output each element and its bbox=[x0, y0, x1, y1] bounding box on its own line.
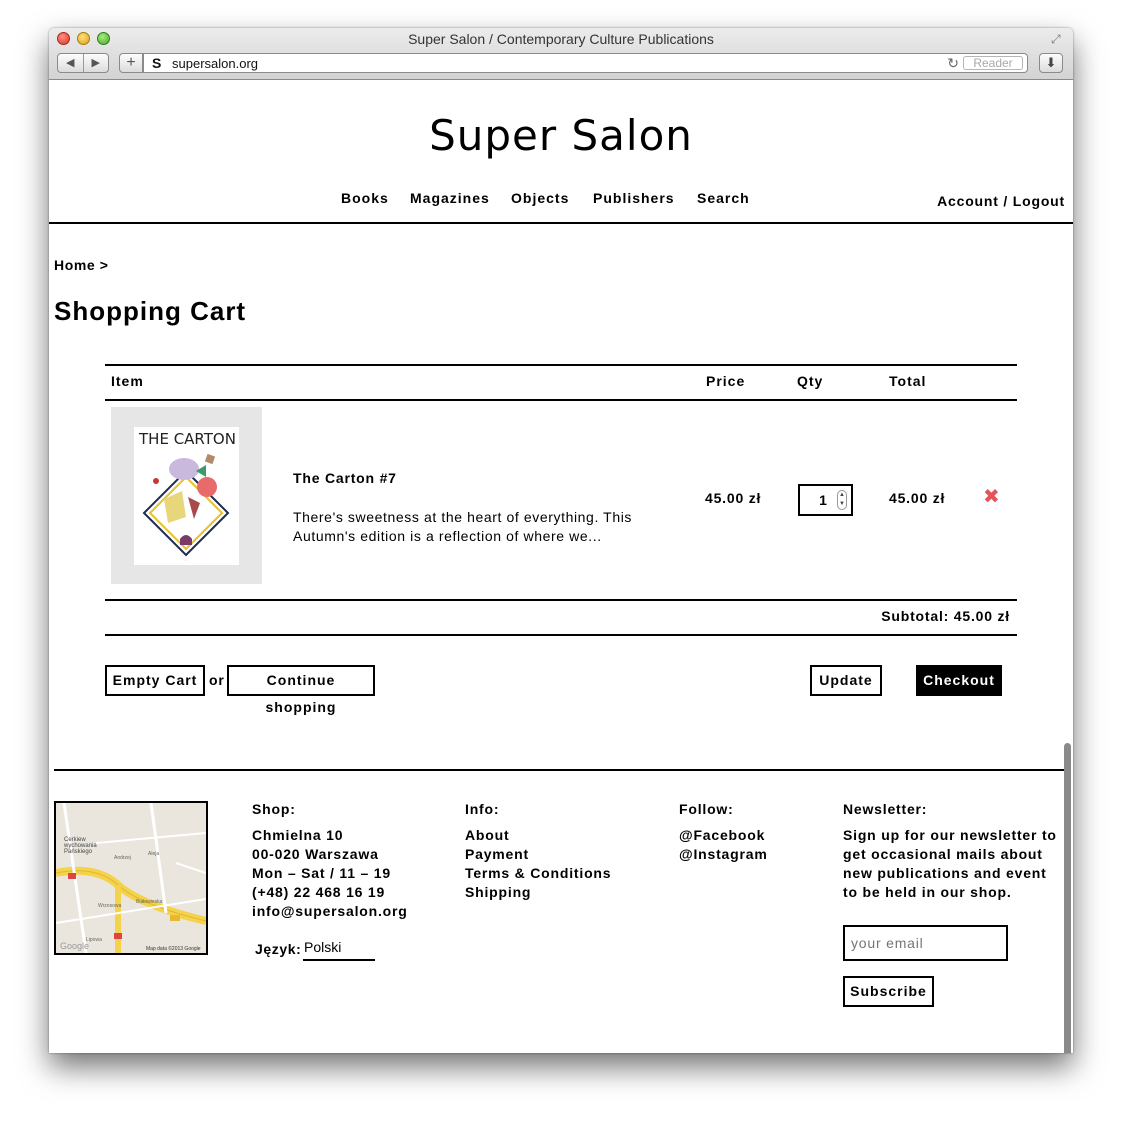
footer-link-about[interactable]: About bbox=[465, 826, 509, 845]
quantity-input[interactable] bbox=[816, 492, 830, 508]
subscribe-button[interactable]: Subscribe bbox=[843, 976, 934, 1007]
site-logo[interactable]: Super Salon bbox=[49, 111, 1073, 160]
shop-postcode-line: 00-020 Warszawa bbox=[252, 846, 379, 862]
checkout-button[interactable]: Checkout bbox=[916, 665, 1002, 696]
map-label-church-3: Pańskiego bbox=[64, 849, 93, 855]
footer-link-shipping[interactable]: Shipping bbox=[465, 883, 531, 902]
page-scrollbar[interactable] bbox=[1064, 743, 1071, 1053]
shop-email-link[interactable]: info@supersalon.org bbox=[252, 902, 408, 921]
map-label-street-1: Andrzej bbox=[114, 855, 131, 861]
browser-toolbar: Super Salon / Contemporary Culture Publi… bbox=[49, 28, 1073, 80]
nav-search[interactable]: Search bbox=[697, 190, 750, 206]
column-header-item: Item bbox=[111, 373, 144, 389]
browser-window: Super Salon / Contemporary Culture Publi… bbox=[49, 28, 1073, 1053]
column-header-total: Total bbox=[889, 373, 927, 389]
reader-button[interactable]: Reader bbox=[963, 56, 1023, 70]
quantity-stepper[interactable]: ▲▼ bbox=[798, 484, 853, 516]
column-header-price: Price bbox=[706, 373, 746, 389]
shop-address-line: Chmielna 10 bbox=[252, 827, 344, 843]
spinner-icon[interactable]: ▲ ▼ bbox=[837, 490, 847, 510]
footer-link-terms[interactable]: Terms & Conditions bbox=[465, 864, 611, 883]
remove-item-icon[interactable]: ✖ bbox=[983, 484, 1000, 509]
nav-objects[interactable]: Objects bbox=[511, 190, 569, 206]
footer-newsletter-heading: Newsletter: bbox=[843, 801, 928, 817]
footer-shop-heading: Shop: bbox=[252, 801, 296, 817]
fullscreen-icon[interactable]: ⤢ bbox=[1051, 32, 1065, 46]
google-logo: Google bbox=[60, 941, 90, 951]
downloads-icon[interactable]: ⬇ bbox=[1039, 53, 1063, 73]
or-text: or bbox=[209, 672, 225, 688]
footer-link-instagram[interactable]: @Instagram bbox=[679, 845, 768, 864]
footer-info-heading: Info: bbox=[465, 801, 500, 817]
empty-cart-button[interactable]: Empty Cart bbox=[105, 665, 205, 696]
footer-link-payment[interactable]: Payment bbox=[465, 845, 529, 864]
nav-publishers[interactable]: Publishers bbox=[593, 190, 675, 206]
table-header-rule bbox=[105, 399, 1017, 401]
subtotal: Subtotal: 45.00 zł bbox=[881, 608, 1010, 624]
column-header-qty: Qty bbox=[797, 373, 824, 389]
magazine-cover: THE CARTON · · · bbox=[134, 427, 239, 565]
url-text[interactable]: supersalon.org bbox=[172, 56, 258, 71]
map-label-street-3: Białowieska bbox=[136, 899, 163, 905]
map-label-street-2: Aleja bbox=[148, 851, 160, 857]
item-title[interactable]: The Carton #7 bbox=[293, 470, 397, 486]
nav-magazines[interactable]: Magazines bbox=[410, 190, 490, 206]
page-content: Super Salon Books Magazines Objects Publ… bbox=[49, 81, 1073, 1053]
back-icon[interactable]: ◀ bbox=[58, 54, 83, 72]
update-button[interactable]: Update bbox=[810, 665, 882, 696]
forward-icon[interactable]: ▶ bbox=[82, 54, 109, 72]
cover-illustration: · · · bbox=[142, 453, 230, 562]
site-favicon-icon: S bbox=[152, 55, 162, 71]
shop-phone-line: (+48) 22 468 16 19 bbox=[252, 884, 386, 900]
shop-hours-line: Mon – Sat / 11 – 19 bbox=[252, 865, 391, 881]
language-label: Język: bbox=[255, 941, 302, 957]
history-nav: ◀ ▶ bbox=[57, 53, 109, 73]
add-bookmark-icon[interactable]: + bbox=[119, 53, 143, 73]
window-title: Super Salon / Contemporary Culture Publi… bbox=[408, 31, 714, 47]
map-graphic bbox=[56, 803, 206, 953]
table-top-rule bbox=[105, 364, 1017, 366]
footer-divider bbox=[54, 769, 1069, 771]
address-bar[interactable]: S supersalon.org ↻ Reader bbox=[143, 53, 1028, 73]
nav-books[interactable]: Books bbox=[341, 190, 389, 206]
shop-location-map[interactable]: Cerkiew wychowania Pańskiego Andrzej Ale… bbox=[54, 801, 208, 955]
header-divider bbox=[49, 222, 1073, 224]
language-select[interactable]: Polski bbox=[303, 939, 375, 961]
page-title: Shopping Cart bbox=[54, 296, 247, 326]
breadcrumb[interactable]: Home > bbox=[54, 257, 109, 273]
item-total: 45.00 zł bbox=[889, 490, 946, 506]
reload-icon[interactable]: ↻ bbox=[947, 55, 959, 72]
footer-follow-heading: Follow: bbox=[679, 801, 734, 817]
continue-shopping-button[interactable]: Continue shopping bbox=[227, 665, 375, 715]
product-thumbnail[interactable]: THE CARTON · · · bbox=[111, 407, 262, 584]
subtotal-rule bbox=[105, 634, 1017, 636]
footer-link-facebook[interactable]: @Facebook bbox=[679, 826, 765, 845]
account-logout-link[interactable]: Account / Logout bbox=[937, 193, 1065, 209]
item-price: 45.00 zł bbox=[705, 490, 762, 506]
newsletter-text: Sign up for our newsletter to get occasi… bbox=[843, 827, 1057, 900]
table-bottom-rule bbox=[105, 599, 1017, 601]
svg-text:· · ·: · · · bbox=[184, 558, 189, 562]
newsletter-email-input[interactable] bbox=[843, 925, 1008, 961]
map-attribution: Map data ©2013 Google bbox=[146, 946, 201, 952]
item-description: There's sweetness at the heart of everyt… bbox=[293, 509, 633, 544]
map-label-street-4: Wrzosowa bbox=[98, 903, 122, 909]
